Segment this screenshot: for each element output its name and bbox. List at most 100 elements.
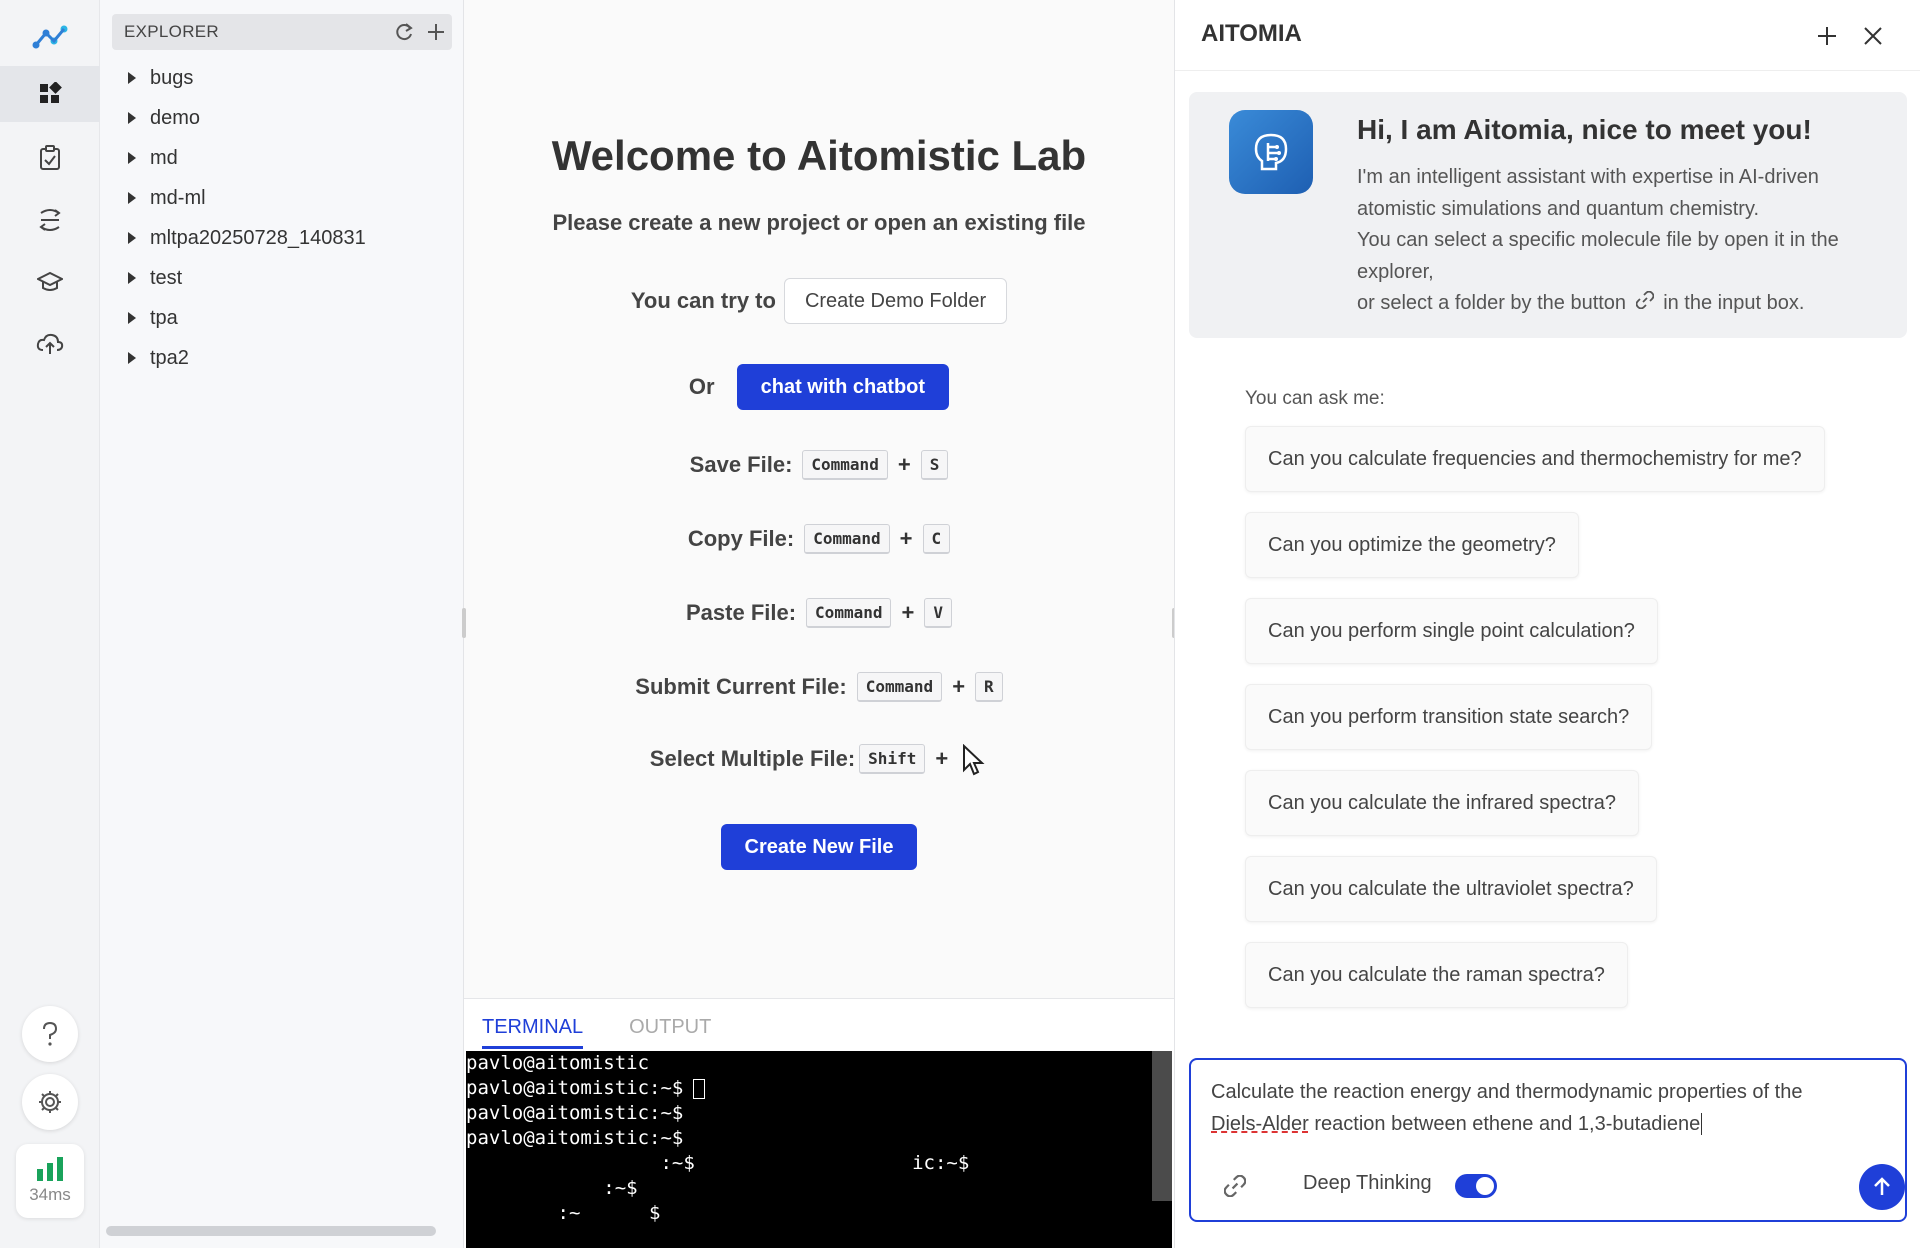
shortcut-label: Submit Current File:	[635, 674, 847, 699]
tree-folder[interactable]: mltpa20250728_140831	[120, 218, 450, 258]
greeting-line: I'm an intelligent assistant with expert…	[1357, 166, 1819, 220]
plus-sign: +	[897, 452, 911, 477]
shortcut-key: C	[922, 524, 951, 554]
chat-input-box[interactable]: Calculate the reaction energy and thermo…	[1189, 1058, 1907, 1222]
shortcut-key: V	[924, 598, 952, 628]
tab-output[interactable]: OUTPUT	[629, 1013, 711, 1049]
shortcut-modifier-key: Command	[856, 672, 943, 702]
chat-title: AITOMIA	[1201, 20, 1302, 47]
create-new-file-button[interactable]: Create New File	[720, 824, 918, 870]
spellcheck-word: Diels-Alder	[1211, 1113, 1309, 1135]
explorer-horizontal-scrollbar[interactable]	[106, 1226, 436, 1236]
terminal-line-text: pavlo@aitomistic:~$	[466, 1077, 684, 1099]
deep-thinking-toggle[interactable]	[1455, 1174, 1497, 1198]
shortcut-submit: Submit Current File: Command + R	[464, 672, 1174, 702]
chat-input-line: Diels-Alder reaction between ethene and …	[1211, 1108, 1871, 1140]
chat-input-text[interactable]: Calculate the reaction energy and thermo…	[1211, 1076, 1871, 1140]
tree-folder[interactable]: md	[120, 138, 450, 178]
caret-right-icon	[120, 72, 144, 84]
app-logo-icon[interactable]	[0, 8, 100, 64]
shortcut-modifier-key: Command	[802, 450, 888, 480]
task-checklist-icon[interactable]	[0, 130, 100, 186]
help-icon[interactable]	[22, 1006, 78, 1062]
tree-folder-label: md	[150, 146, 178, 169]
latency-value: 34ms	[29, 1185, 71, 1204]
activity-bar: 34ms	[0, 0, 100, 1248]
plus-sign: +	[935, 746, 949, 771]
suggestion-chip[interactable]: Can you calculate the raman spectra?	[1245, 942, 1628, 1008]
create-row: Create New File	[464, 824, 1174, 870]
shortcut-modifier-key: Command	[804, 524, 890, 554]
shortcut-label: Select Multiple File:	[649, 746, 856, 771]
chat-input-line-text: reaction between ethene and 1,3-butadien…	[1308, 1113, 1701, 1135]
terminal-line: pavlo@aitomistic:~$	[466, 1076, 1172, 1101]
terminal-line: pavlo@aitomistic:~$	[466, 1127, 684, 1149]
explorer-title: EXPLORER	[124, 22, 219, 41]
shortcut-modifier-key: Command	[806, 598, 892, 628]
close-icon[interactable]	[1857, 20, 1889, 52]
ask-me-label: You can ask me:	[1245, 388, 1385, 409]
new-chat-plus-icon[interactable]	[1811, 20, 1843, 52]
terminal-scrollbar[interactable]	[1152, 1051, 1172, 1201]
shortcut-label: Copy File:	[687, 526, 795, 551]
caret-right-icon	[120, 232, 144, 244]
suggestion-chip[interactable]: Can you perform single point calculation…	[1245, 598, 1658, 664]
tab-terminal[interactable]: TERMINAL	[482, 1013, 584, 1049]
settings-gear-icon[interactable]	[22, 1074, 78, 1130]
suggestion-chip[interactable]: Can you perform transition state search?	[1245, 684, 1653, 750]
panel-tabs: TERMINAL OUTPUT	[482, 1013, 711, 1049]
shortcut-paste: Paste File: Command + V	[464, 598, 1174, 628]
welcome-subtitle: Please create a new project or open an e…	[552, 210, 1086, 235]
caret-right-icon	[120, 152, 144, 164]
welcome-page: Welcome to Aitomistic Lab Please create …	[464, 0, 1174, 998]
workflow-icon[interactable]	[0, 192, 100, 248]
bottom-panel: TERMINAL OUTPUT pavlo@aitomistic pavlo@a…	[464, 998, 1174, 1248]
tree-folder[interactable]: tpa	[120, 298, 450, 338]
learning-cap-icon[interactable]	[0, 254, 100, 310]
terminal-line: pavlo@aitomistic:~$	[466, 1102, 684, 1124]
greeting-line-text: in the input box.	[1663, 292, 1805, 315]
toggle-knob	[1476, 1177, 1494, 1195]
terminal-line: :~$	[466, 1177, 638, 1199]
caret-right-icon	[120, 272, 144, 284]
mouse-pointer-icon	[962, 743, 986, 783]
tree-folder-label: tpa2	[150, 346, 189, 369]
text-caret	[1701, 1113, 1703, 1135]
shortcut-key: R	[975, 672, 1003, 702]
terminal-view[interactable]: pavlo@aitomistic pavlo@aitomistic:~$ pav…	[466, 1051, 1172, 1248]
send-arrow-up-icon[interactable]	[1859, 1164, 1905, 1210]
explorer-view-icon[interactable]	[0, 66, 100, 122]
terminal-line: :~$ ic:~$	[466, 1152, 970, 1174]
shortcut-copy: Copy File: Command + C	[464, 524, 1174, 554]
tree-folder[interactable]: bugs	[120, 58, 450, 98]
tree-folder[interactable]: test	[120, 258, 450, 298]
attach-folder-link-icon[interactable]	[1217, 1168, 1253, 1204]
tree-folder[interactable]: md-ml	[120, 178, 450, 218]
shortcut-key: S	[920, 450, 949, 480]
suggestion-chip[interactable]: Can you calculate the infrared spectra?	[1245, 770, 1639, 836]
terminal-line: :~ $	[466, 1202, 661, 1224]
suggestion-chip[interactable]: Can you calculate frequencies and thermo…	[1245, 426, 1825, 492]
greeting-line-text: or select a folder by the button	[1357, 292, 1627, 315]
shortcut-select-multiple: Select Multiple File: Shift +	[464, 744, 1174, 774]
plus-sign: +	[952, 674, 966, 699]
latency-indicator[interactable]: 34ms	[16, 1144, 84, 1218]
shortcut-save: Save File: Command + S	[464, 450, 1174, 480]
greeting-line: or select a folder by the button in the …	[1357, 288, 1887, 320]
suggestion-chip[interactable]: Can you calculate the ultraviolet spectr…	[1245, 856, 1657, 922]
create-demo-folder-button[interactable]: Create Demo Folder	[783, 278, 1008, 324]
tree-folder[interactable]: demo	[120, 98, 450, 138]
refresh-icon[interactable]	[388, 16, 420, 48]
tree-folder-label: tpa	[150, 306, 178, 329]
shortcut-label: Paste File:	[686, 600, 797, 625]
file-tree: bugs demo md md-ml mltpa20250728_140831 …	[120, 58, 450, 378]
chat-with-chatbot-button[interactable]: chat with chatbot	[736, 364, 950, 410]
caret-right-icon	[120, 192, 144, 204]
new-folder-plus-icon[interactable]	[420, 16, 452, 48]
plus-sign: +	[899, 526, 913, 551]
suggestion-chip[interactable]: Can you optimize the geometry?	[1245, 512, 1579, 578]
tree-folder-label: mltpa20250728_140831	[150, 226, 366, 249]
cloud-upload-icon[interactable]	[0, 316, 100, 372]
tree-folder[interactable]: tpa2	[120, 338, 450, 378]
left-pane-resize-handle[interactable]	[462, 608, 466, 638]
